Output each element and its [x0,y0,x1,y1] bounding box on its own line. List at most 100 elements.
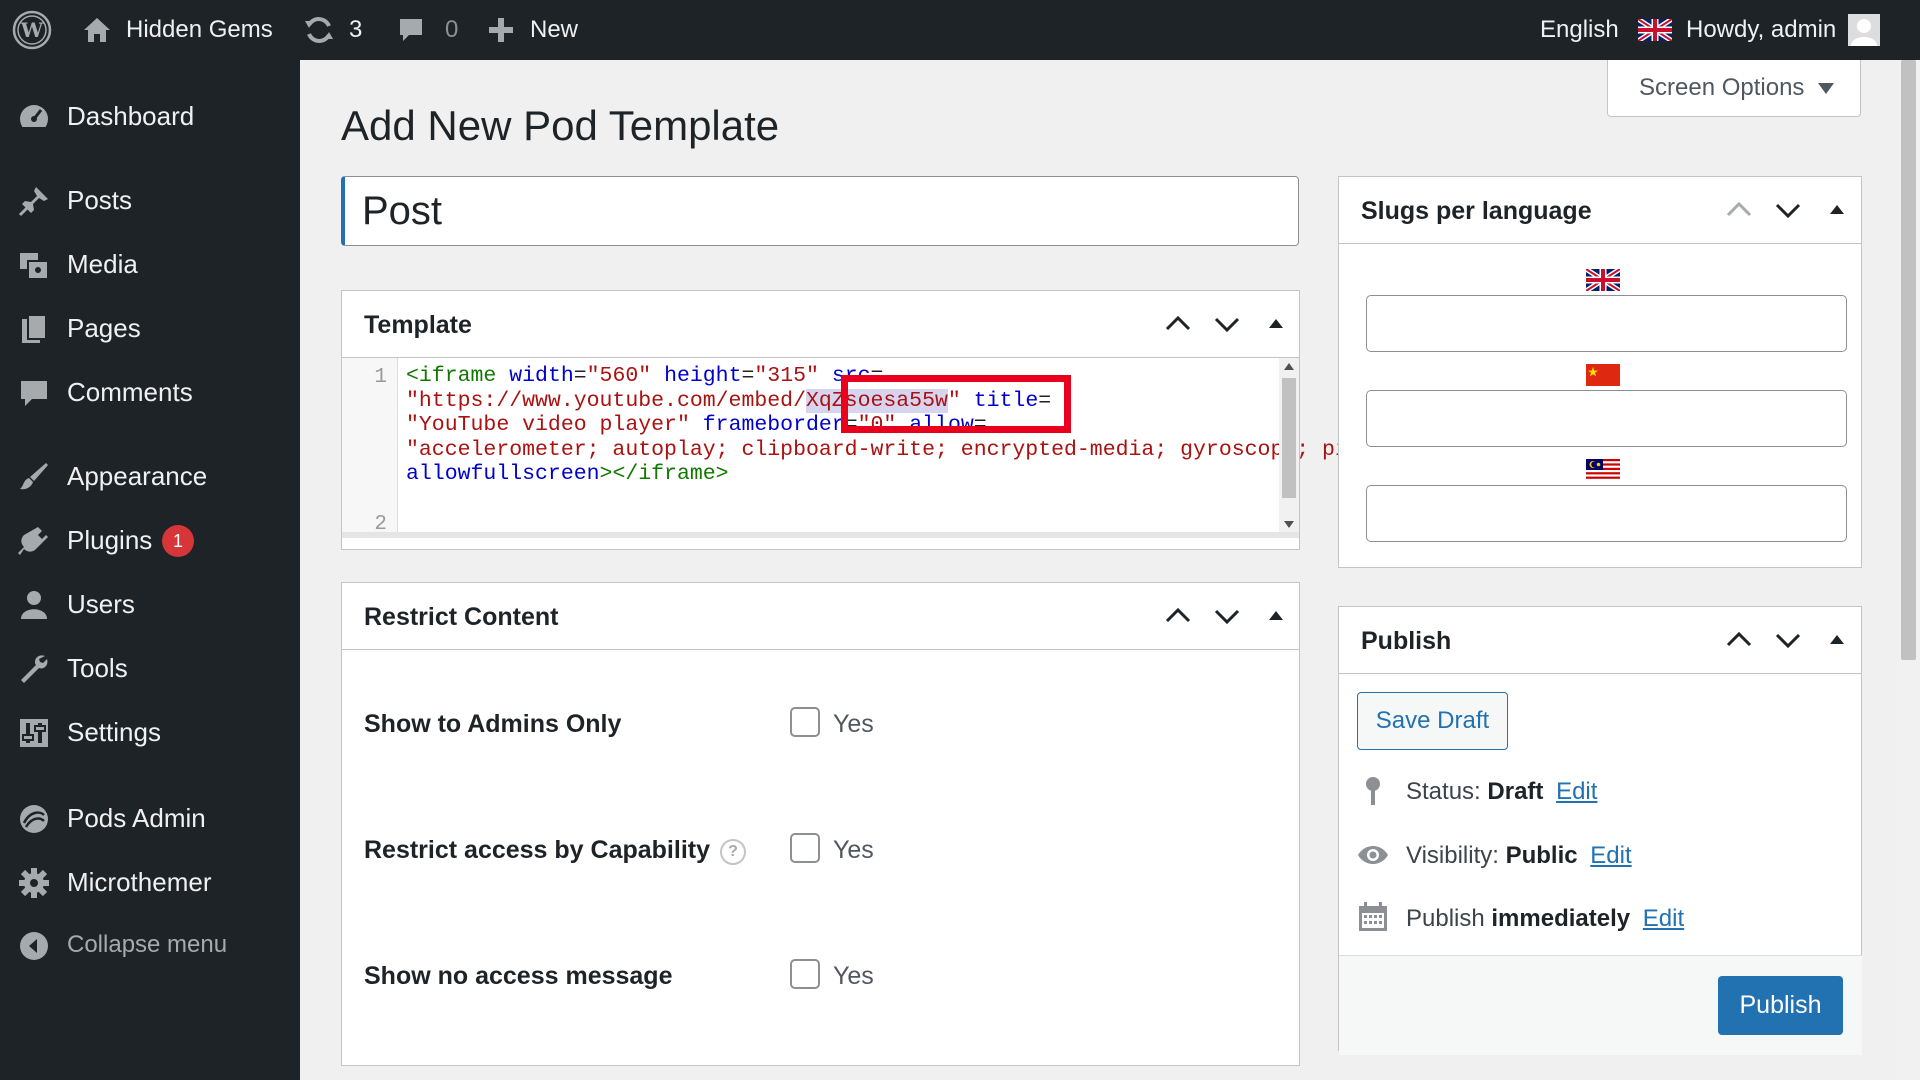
sidebar-item-label: Microthemer [67,866,212,897]
visibility-value: Public [1505,842,1578,869]
comments-link[interactable]: 0 [397,0,458,60]
sidebar-item-media[interactable]: Media [0,239,300,289]
updates-link[interactable]: 3 [303,0,362,60]
schedule-value: immediately [1491,905,1631,932]
sidebar-item-comments[interactable]: Comments [0,367,300,417]
settings-icon [20,719,48,747]
publish-postbox: Publish Save Draft Status: Draft Edit Vi… [1338,606,1862,1055]
collapse-menu-button[interactable]: Collapse menu [0,920,300,970]
show-admins-only-checkbox[interactable] [790,707,820,737]
edit-schedule-link[interactable]: Edit [1643,905,1684,932]
postbox-title: Slugs per language [1361,197,1592,225]
uk-flag-icon [1638,0,1672,60]
move-down-icon[interactable] [1774,198,1802,222]
sidebar-item-appearance[interactable]: Appearance [0,451,300,501]
screen-options-button[interactable]: Screen Options [1607,60,1861,117]
sidebar-item-label: Collapse menu [67,931,228,958]
visibility-row: Visibility: Public Edit [1406,842,1632,870]
caret-down-icon [1818,82,1835,94]
edit-visibility-link[interactable]: Edit [1590,842,1631,869]
comment-icon [21,381,47,406]
postbox-title: Restrict Content [364,603,559,631]
move-up-icon[interactable] [1725,628,1753,652]
language-switcher[interactable]: English [1540,0,1619,60]
account-menu[interactable]: Howdy, admin [1686,0,1881,60]
toggle-panel-icon[interactable] [1823,198,1851,222]
status-value: Draft [1487,778,1544,805]
postbox-header: Template [342,291,1299,358]
sidebar-item-pages[interactable]: Pages [0,303,300,353]
slug-input-zh[interactable] [1366,390,1847,447]
sidebar-item-posts[interactable]: Posts [0,175,300,225]
pushpin-icon [18,187,48,217]
save-draft-button[interactable]: Save Draft [1357,692,1508,750]
postbox-header: Restrict Content [342,583,1299,650]
move-up-icon[interactable] [1725,198,1753,222]
toggle-panel-icon[interactable] [1262,312,1290,336]
sidebar-item-tools[interactable]: Tools [0,643,300,693]
scroll-up-arrow-icon[interactable] [1284,362,1294,370]
publish-button[interactable]: Publish [1718,976,1843,1035]
sidebar-item-label: Appearance [67,460,208,491]
wordpress-logo-icon[interactable]: W [12,0,52,60]
move-down-icon[interactable] [1213,312,1241,336]
toggle-panel-icon[interactable] [1823,628,1851,652]
china-flag-icon [1586,364,1620,386]
post-status-row: Status: Draft Edit [1406,778,1597,806]
post-title-value: Post [362,188,443,233]
pods-icon [20,805,48,833]
updates-icon [303,15,335,45]
postbox-header: Publish [1339,607,1861,674]
line-number: 2 [374,513,387,536]
show-no-access-checkbox[interactable] [790,959,820,989]
status-label: Status: [1406,778,1481,805]
sidebar-item-dashboard[interactable]: Dashboard [0,91,300,141]
scroll-down-arrow-icon[interactable] [1284,521,1294,529]
help-icon[interactable]: ? [720,839,746,865]
sidebar-item-label: Pages [67,312,141,343]
screen-options-label: Screen Options [1639,74,1805,101]
updates-count: 3 [349,16,363,43]
slug-input-ms[interactable] [1366,485,1847,542]
plus-icon [488,17,514,43]
language-label: English [1540,16,1619,43]
sidebar-item-microthemer[interactable]: Microthemer [0,857,300,907]
postbox-title: Publish [1361,627,1452,655]
sidebar-item-plugins[interactable]: Plugins 1 [0,515,300,565]
sidebar-item-pods-admin[interactable]: Pods Admin [0,793,300,843]
sidebar-item-users[interactable]: Users [0,579,300,629]
move-up-icon[interactable] [1164,312,1192,336]
site-name-link[interactable]: Hidden Gems [82,0,273,60]
postbox-title: Template [364,311,472,339]
post-title-input[interactable]: Post [341,176,1299,246]
restrict-content-postbox: Restrict Content Show to Admins Only Yes… [341,582,1300,1066]
page-scroll-thumb[interactable] [1901,60,1916,660]
line-number-gutter: 1 2 [342,358,398,536]
eye-icon [1358,846,1388,864]
toggle-panel-icon[interactable] [1262,604,1290,628]
restrict-capability-checkbox[interactable] [790,833,820,863]
editor-scrollbar[interactable] [1279,358,1299,532]
publish-actions: Publish [1339,955,1862,1055]
show-no-access-label: Show no access message [364,962,673,990]
move-down-icon[interactable] [1213,604,1241,628]
show-admins-only-label: Show to Admins Only [364,710,622,738]
admin-sidebar: Dashboard Posts Media Pages Comments App… [0,60,300,1080]
move-up-icon[interactable] [1164,604,1192,628]
sidebar-item-settings[interactable]: Settings [0,707,300,757]
home-icon [82,16,112,44]
edit-status-link[interactable]: Edit [1556,778,1597,805]
postbox-header: Slugs per language [1339,177,1861,244]
highlight-annotation-box [841,375,1071,433]
move-down-icon[interactable] [1774,628,1802,652]
page-scrollbar[interactable] [1897,60,1920,1080]
new-content-link[interactable]: New [488,0,578,60]
wrench-icon [21,655,48,683]
code-editor[interactable]: 1 2 <iframe width="560" height="315" src… [342,358,1709,538]
editor-scroll-thumb[interactable] [1282,378,1296,498]
comments-count: 0 [445,16,459,43]
admin-bar: W Hidden Gems 3 0 New English Howdy, adm… [0,0,1920,60]
slug-input-en[interactable] [1366,295,1847,352]
checkbox-option-label: Yes [833,836,874,864]
schedule-label: Publish [1406,905,1485,932]
